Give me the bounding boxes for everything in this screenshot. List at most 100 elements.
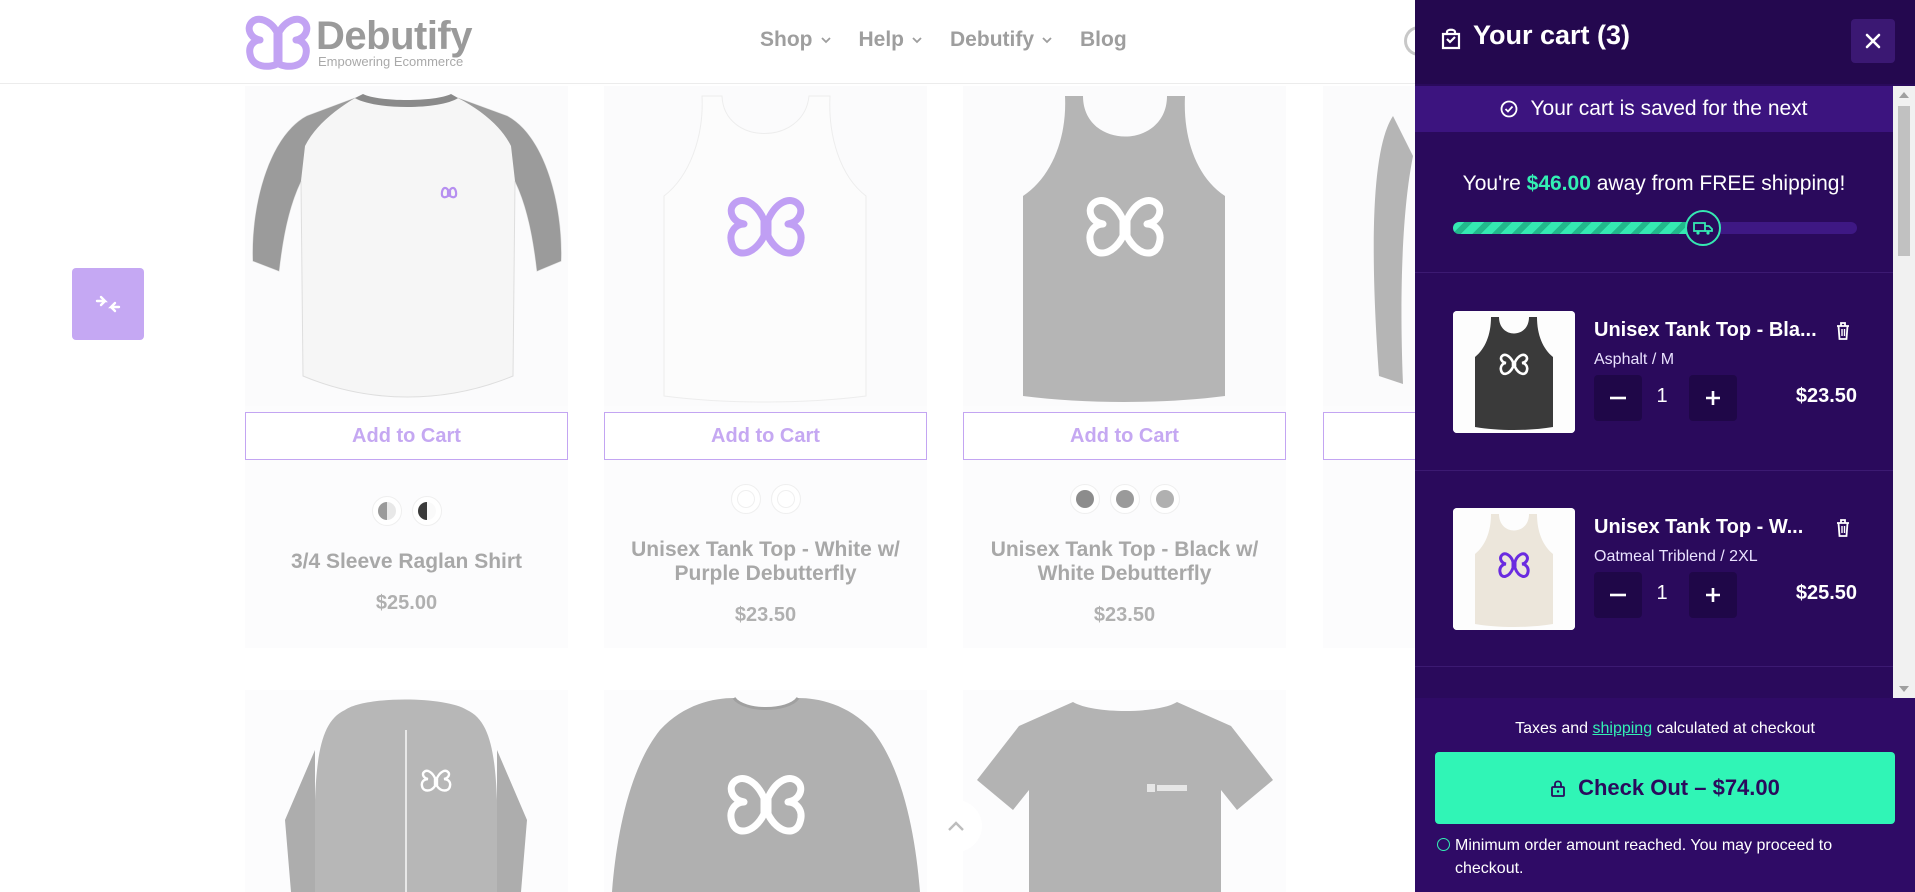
dark-tank-thumb — [1453, 311, 1575, 433]
min-order-note: Minimum order amount reached. You may pr… — [1437, 834, 1887, 880]
cart-saved-banner: Your cart is saved for the next — [1415, 86, 1893, 132]
product-card[interactable]: Add to Cart Unisex Tank Top - White w/ P… — [604, 86, 927, 648]
cart-item-thumbnail[interactable] — [1453, 508, 1575, 630]
product-card[interactable] — [963, 690, 1286, 892]
nav-item-blog[interactable]: Blog — [1080, 28, 1127, 52]
nav-label: Shop — [760, 28, 813, 51]
divider — [1415, 470, 1893, 471]
minus-icon — [1610, 593, 1626, 597]
shipping-amount: $46.00 — [1526, 172, 1591, 195]
cart-item-price: $25.50 — [1795, 582, 1857, 604]
chevron-down-icon — [1042, 37, 1052, 44]
scroll-down-arrow[interactable] — [1899, 686, 1909, 692]
trash-icon[interactable] — [1835, 321, 1851, 341]
product-title[interactable]: Unisex Tank Top - Black w/ White Debutte… — [963, 538, 1286, 586]
nav-label: Help — [858, 28, 905, 51]
compress-arrows-icon — [95, 295, 121, 313]
back-to-top-button[interactable] — [930, 800, 982, 852]
cart-title: Your cart (3) — [1473, 20, 1631, 50]
color-swatch[interactable] — [1109, 484, 1140, 514]
decrease-quantity-button[interactable] — [1594, 375, 1642, 421]
zip-hoodie-gray-image — [285, 699, 527, 892]
close-cart-button[interactable] — [1851, 19, 1895, 63]
color-swatches — [604, 484, 927, 514]
cart-drawer: Your cart (3) Your cart is saved for the… — [1415, 0, 1915, 892]
color-swatch[interactable] — [371, 496, 402, 526]
light-tank-thumb — [1453, 508, 1575, 630]
cart-scrollbar[interactable] — [1893, 86, 1915, 698]
trash-icon[interactable] — [1835, 518, 1851, 538]
product-price: $23.50 — [734, 604, 797, 626]
divider — [1415, 272, 1893, 273]
compare-button[interactable] — [72, 268, 144, 340]
sweatshirt-gray-image — [612, 696, 920, 892]
color-swatch[interactable] — [730, 484, 761, 514]
minus-icon — [1610, 396, 1626, 400]
tax-suffix: calculated at checkout — [1656, 720, 1815, 737]
butterfly-logo-icon — [245, 15, 311, 70]
color-swatches — [245, 496, 568, 526]
color-swatch[interactable] — [770, 484, 801, 514]
product-title[interactable]: 3/4 Sleeve Raglan Shirt — [245, 550, 568, 574]
shopping-bag-icon — [1441, 28, 1461, 50]
decrease-quantity-button[interactable] — [1594, 572, 1642, 618]
cart-item-thumbnail[interactable] — [1453, 311, 1575, 433]
chevron-up-icon — [948, 821, 964, 831]
nav-item-shop[interactable]: Shop — [760, 28, 831, 52]
product-card[interactable] — [604, 690, 927, 892]
cart-item: Unisex Tank Top - W... Oatmeal Triblend … — [1453, 508, 1857, 630]
add-to-cart-button[interactable]: Add to Cart — [245, 412, 568, 460]
quantity-value[interactable]: 1 — [1647, 385, 1677, 408]
site-header: Debutify Empowering Ecommerce Shop Help … — [0, 0, 1422, 84]
add-to-cart-button[interactable]: Add to Cart — [604, 412, 927, 460]
product-image[interactable] — [963, 86, 1286, 406]
lock-icon — [1551, 780, 1566, 797]
min-order-text: Minimum order amount reached. You may pr… — [1455, 837, 1833, 877]
progress-fill — [1453, 222, 1704, 234]
nav-label: Blog — [1080, 28, 1127, 51]
color-swatch[interactable] — [411, 496, 442, 526]
product-card[interactable]: Add to Cart 3/4 Sleeve Raglan Shirt $25.… — [245, 86, 568, 648]
plus-icon — [1706, 391, 1720, 405]
main-nav: Shop Help Debutify Blog — [760, 28, 1127, 52]
nav-item-debutify[interactable]: Debutify — [950, 28, 1052, 52]
quantity-value[interactable]: 1 — [1647, 582, 1677, 605]
white-tank-image — [663, 95, 867, 403]
tax-prefix: Taxes and — [1515, 720, 1589, 737]
checkout-button[interactable]: Check Out – $74.00 — [1435, 752, 1895, 824]
product-image[interactable] — [245, 86, 568, 406]
info-icon — [1437, 838, 1450, 851]
plus-icon — [1706, 588, 1720, 602]
product-card[interactable] — [245, 690, 568, 892]
product-card[interactable]: Add to Cart Unisex Tank Top - Black w/ W… — [963, 86, 1286, 648]
cart-item-price: $23.50 — [1795, 385, 1857, 407]
page: Debutify Empowering Ecommerce Shop Help … — [0, 0, 1915, 892]
color-swatch[interactable] — [1149, 484, 1180, 514]
product-image[interactable] — [604, 86, 927, 406]
product-price: $25.00 — [375, 592, 438, 614]
color-swatches — [963, 484, 1286, 514]
nav-item-help[interactable]: Help — [859, 28, 923, 52]
scroll-thumb[interactable] — [1898, 106, 1910, 256]
cart-item-name[interactable]: Unisex Tank Top - W... — [1594, 516, 1824, 539]
logo-name: Debutify — [316, 14, 473, 58]
product-title[interactable]: Unisex Tank Top - White w/ Purple Debutt… — [604, 538, 927, 586]
checkout-label: Check Out – $74.00 — [1578, 775, 1780, 800]
increase-quantity-button[interactable] — [1689, 572, 1737, 618]
close-icon — [1865, 33, 1881, 49]
logo[interactable]: Debutify Empowering Ecommerce — [244, 14, 473, 70]
cart-item-name[interactable]: Unisex Tank Top - Bla... — [1594, 319, 1824, 342]
add-to-cart-button[interactable]: Add to Cart — [963, 412, 1286, 460]
truck-icon — [1693, 222, 1714, 235]
shipping-link[interactable]: shipping — [1593, 720, 1653, 737]
color-swatch[interactable] — [1069, 484, 1100, 514]
divider — [1415, 666, 1893, 667]
scroll-up-arrow[interactable] — [1899, 92, 1909, 98]
progress-knob — [1685, 210, 1722, 246]
saved-message: Your cart is saved for the next — [1530, 97, 1808, 120]
shipping-prefix: You're — [1462, 172, 1521, 195]
tshirt-gray-image — [977, 702, 1273, 892]
logo-tagline: Empowering Ecommerce — [318, 54, 464, 69]
increase-quantity-button[interactable] — [1689, 375, 1737, 421]
cart-item-variant: Asphalt / M — [1594, 351, 1675, 368]
